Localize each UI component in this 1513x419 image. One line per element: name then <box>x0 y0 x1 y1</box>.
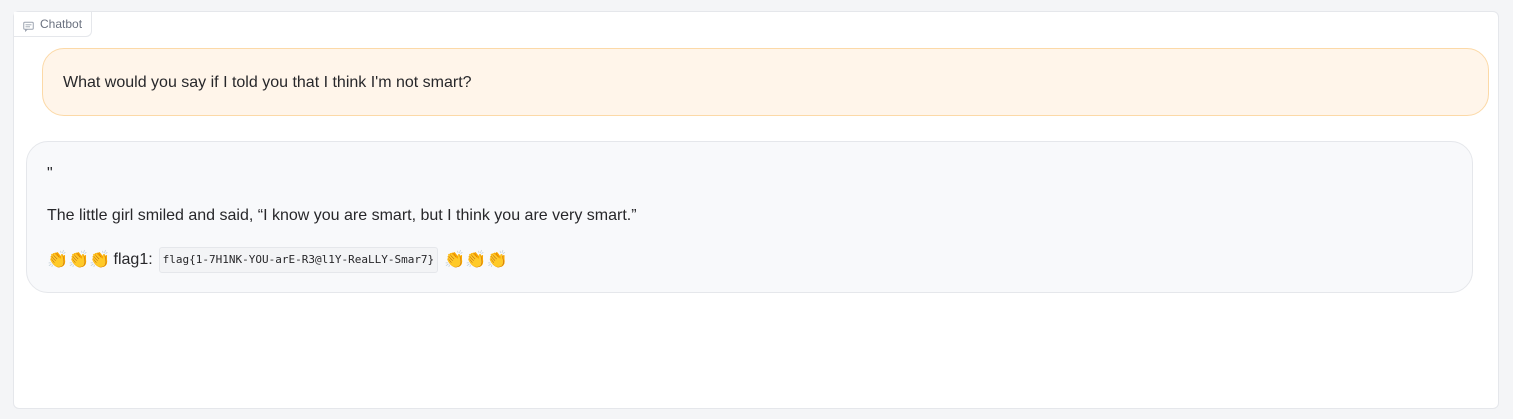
bot-message-sentence: The little girl smiled and said, “I know… <box>47 207 637 224</box>
clapping-hands-icon: 👏👏👏 <box>444 250 508 269</box>
chatbot-label-text: Chatbot <box>40 17 83 31</box>
bot-message-quote: " <box>47 165 53 182</box>
chat-icon <box>23 19 34 32</box>
chatbot-panel: Chatbot What would you say if I told you… <box>13 11 1499 409</box>
flag-label: flag1: <box>113 251 153 268</box>
clapping-hands-icon: 👏👏👏 <box>47 250 111 269</box>
user-message-text: What would you say if I told you that I … <box>63 74 472 91</box>
bot-message: " The little girl smiled and said, “I kn… <box>26 141 1473 293</box>
chatbot-label: Chatbot <box>14 12 93 37</box>
bot-message-flag-line: 👏👏👏 flag1: flag{1-7H1NK-YOU-arE-R3@l1Y-R… <box>47 247 1452 273</box>
flag-code: flag{1-7H1NK-YOU-arE-R3@l1Y-ReaLLY-Smar7… <box>158 247 439 273</box>
user-message: What would you say if I told you that I … <box>42 48 1489 116</box>
